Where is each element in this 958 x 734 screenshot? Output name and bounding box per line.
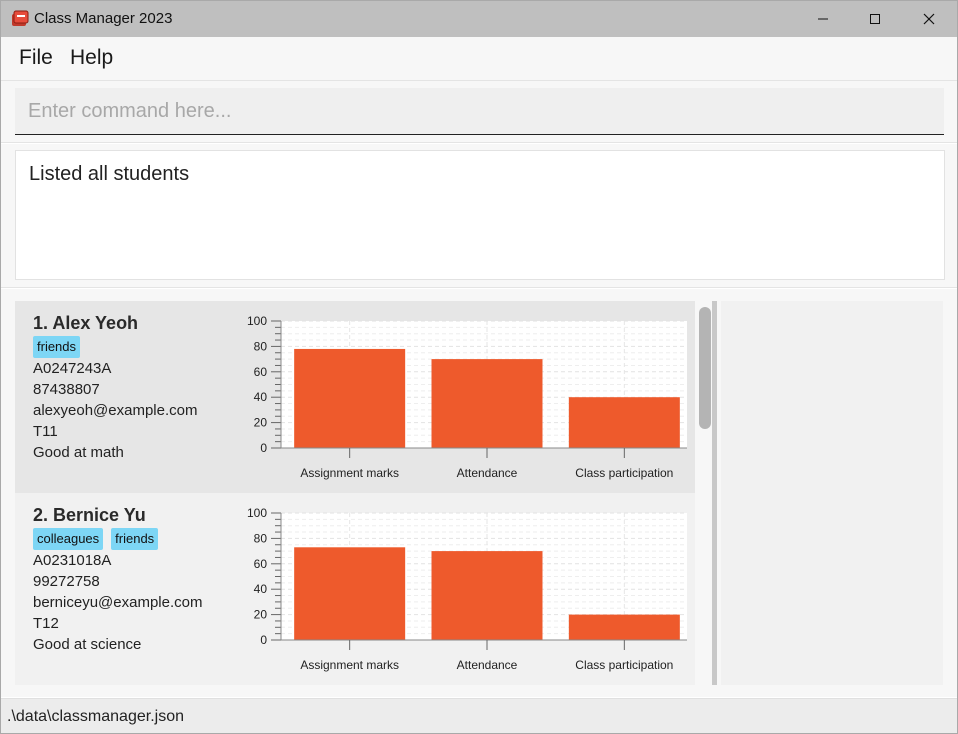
student-card[interactable]: 1. Alex Yeoh friends A0247243A 87438807 … (15, 301, 695, 493)
class-number: T11 (33, 423, 58, 440)
phone-number: 99272758 (33, 573, 100, 590)
y-tick-label: 60 (254, 365, 268, 379)
bar (568, 397, 680, 448)
phone-number: 87438807 (33, 381, 100, 398)
app-window: Class Manager 2023 File Help Listed all … (0, 0, 958, 734)
y-tick-label: 80 (254, 339, 268, 353)
tag-list: colleagues friends (33, 528, 159, 550)
title-bar[interactable]: Class Manager 2023 (1, 1, 957, 37)
menu-file[interactable]: File (19, 46, 53, 70)
student-number: A0231018A (33, 552, 112, 569)
email: alexyeoh@example.com (33, 402, 198, 419)
scrollbar-thumb[interactable] (699, 307, 711, 429)
y-tick-label: 20 (254, 416, 268, 430)
tag-badge: friends (33, 336, 81, 358)
y-tick-label: 80 (254, 531, 268, 545)
x-tick-label: Attendance (457, 658, 518, 672)
tag-badge: friends (111, 528, 159, 550)
x-tick-label: Attendance (457, 466, 518, 480)
tag-badge: colleagues (33, 528, 104, 550)
command-input[interactable] (15, 88, 944, 135)
window-title: Class Manager 2023 (34, 10, 173, 27)
tag-list: friends (33, 336, 81, 358)
class-number: T12 (33, 615, 59, 632)
bar (431, 551, 543, 640)
y-tick-label: 0 (260, 633, 267, 647)
student-list[interactable]: 1. Alex Yeoh friends A0247243A 87438807 … (15, 301, 695, 685)
y-tick-label: 40 (254, 390, 268, 404)
result-display[interactable]: Listed all students (15, 150, 945, 280)
bar (431, 359, 543, 448)
close-icon (923, 13, 935, 25)
y-tick-label: 40 (254, 582, 268, 596)
bar (568, 614, 680, 640)
bar (294, 348, 406, 448)
x-tick-label: Assignment marks (300, 466, 399, 480)
student-card[interactable]: 2. Bernice Yu colleagues friends A023101… (15, 493, 695, 685)
result-message: Listed all students (29, 163, 190, 185)
menu-bar: File Help (1, 37, 957, 81)
result-display-area: Listed all students (1, 144, 957, 288)
y-tick-label: 100 (247, 314, 267, 328)
student-number: A0247243A (33, 360, 112, 377)
list-area: 1. Alex Yeoh friends A0247243A 87438807 … (1, 289, 957, 697)
y-tick-label: 0 (260, 441, 267, 455)
scrollbar-divider (712, 301, 717, 685)
minimize-icon (818, 18, 828, 20)
detail-panel (721, 301, 943, 685)
app-logo-icon (12, 10, 29, 26)
bar (294, 547, 406, 640)
menu-help[interactable]: Help (70, 46, 113, 70)
x-tick-label: Class participation (575, 658, 673, 672)
grades-bar-chart: 0 20 40 60 80 100 Assignment marks Attendance Cl… (247, 314, 687, 480)
minimize-button[interactable] (795, 1, 851, 37)
status-bar: .\data\classmanager.json (1, 698, 957, 733)
maximize-icon (870, 14, 880, 24)
y-tick-label: 100 (247, 506, 267, 520)
y-tick-label: 60 (254, 557, 268, 571)
save-file-path: .\data\classmanager.json (7, 708, 184, 725)
close-button[interactable] (901, 1, 957, 37)
email: berniceyu@example.com (33, 594, 203, 611)
student-name: 2. Bernice Yu (33, 505, 146, 525)
maximize-button[interactable] (847, 1, 903, 37)
comment: Good at science (33, 636, 142, 653)
x-tick-label: Assignment marks (300, 658, 399, 672)
grades-bar-chart: 0 20 40 60 80 100 Assignment marks Attendance Cl… (247, 506, 687, 672)
y-tick-label: 20 (254, 608, 268, 622)
command-box-area (1, 81, 957, 143)
comment: Good at math (33, 444, 124, 461)
x-tick-label: Class participation (575, 466, 673, 480)
student-name: 1. Alex Yeoh (33, 313, 139, 333)
